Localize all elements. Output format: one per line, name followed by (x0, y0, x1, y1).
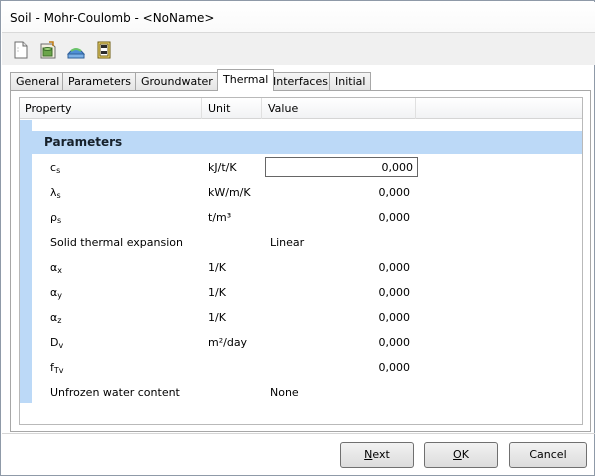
property-label: λs (50, 186, 61, 200)
value-dropdown-cell[interactable]: Linear (270, 236, 304, 249)
property-label: cs (50, 161, 61, 175)
value-cell[interactable]: 0,000 (260, 361, 411, 374)
column-divider[interactable] (201, 98, 202, 119)
value-cell[interactable]: 0,000 (260, 186, 411, 199)
unit-label: t/m³ (208, 211, 232, 224)
ok-button[interactable]: OK (424, 442, 498, 468)
toolbar (2, 33, 595, 65)
property-row-f-tv[interactable]: fTv 0,000 (32, 355, 582, 380)
soil-dialog-window: Soil - Mohr-Coulomb - <NoName> General P… (0, 0, 595, 476)
unit-label: m²/day (208, 336, 248, 349)
unit-label: kJ/t/K (208, 161, 237, 174)
property-label: Unfrozen water content (50, 386, 180, 399)
tab-general[interactable]: General (10, 72, 66, 91)
unit-column-header[interactable]: Unit (208, 102, 230, 115)
property-grid: Property Unit Value Parameters cs kJ/t/K… (19, 97, 583, 425)
value-cell[interactable]: 0,000 (260, 261, 411, 274)
value-cell[interactable]: 0,000 (260, 336, 411, 349)
property-label: Solid thermal expansion (50, 236, 183, 249)
property-label: ρs (50, 211, 62, 225)
unit-label: kW/m/K (208, 186, 251, 199)
property-row-unfrozen-water-content[interactable]: Unfrozen water content None (32, 380, 582, 405)
footer-divider (2, 433, 595, 434)
cancel-button[interactable]: Cancel (509, 442, 587, 468)
property-row-alpha-y[interactable]: αy 1/K 0,000 (32, 280, 582, 305)
new-document-icon[interactable] (11, 40, 31, 60)
thermal-tab-panel: Property Unit Value Parameters cs kJ/t/K… (10, 90, 591, 432)
global-database-icon[interactable] (66, 40, 86, 60)
value-dropdown-cell[interactable]: None (270, 386, 299, 399)
property-row-solid-thermal-expansion[interactable]: Solid thermal expansion Linear (32, 230, 582, 255)
unit-label: 1/K (208, 286, 226, 299)
tab-groundwater[interactable]: Groundwater (135, 72, 219, 91)
property-label: αx (50, 261, 62, 275)
window-title: Soil - Mohr-Coulomb - <NoName> (10, 11, 215, 25)
property-row-dv[interactable]: Dv m²/day 0,000 (32, 330, 582, 355)
value-cell[interactable]: 0,000 (260, 211, 411, 224)
next-button[interactable]: Next (340, 442, 414, 468)
column-divider[interactable] (261, 98, 262, 119)
value-cell[interactable]: 0,000 (260, 286, 411, 299)
property-label: αy (50, 286, 62, 300)
value-cell[interactable]: 0,000 (260, 311, 411, 324)
unit-label: 1/K (208, 311, 226, 324)
title-bar: Soil - Mohr-Coulomb - <NoName> (2, 2, 595, 33)
property-label: αz (50, 311, 62, 325)
grid-header: Property Unit Value (20, 98, 582, 119)
column-divider[interactable] (415, 98, 416, 119)
property-column-header[interactable]: Property (25, 102, 72, 115)
value-input-cs[interactable]: 0,000 (265, 157, 418, 177)
property-row-rho-s[interactable]: ρs t/m³ 0,000 (32, 205, 582, 230)
property-row-alpha-z[interactable]: αz 1/K 0,000 (32, 305, 582, 330)
property-row-alpha-x[interactable]: αx 1/K 0,000 (32, 255, 582, 280)
group-indent-stripe (20, 120, 32, 403)
value-column-header[interactable]: Value (268, 102, 298, 115)
tab-thermal[interactable]: Thermal (217, 69, 275, 91)
tab-interfaces[interactable]: Interfaces (267, 72, 334, 91)
property-row-cs[interactable]: cs kJ/t/K 0,000 (32, 155, 582, 180)
tab-parameters[interactable]: Parameters (62, 72, 137, 91)
parameters-group-row[interactable]: Parameters (32, 131, 582, 154)
tab-initial[interactable]: Initial (329, 72, 372, 91)
tab-strip: General Parameters Groundwater Thermal I… (10, 69, 590, 91)
material-clipboard-icon[interactable] (94, 40, 114, 60)
property-label: fTv (50, 361, 64, 375)
property-label: Dv (50, 336, 64, 350)
property-row-lambda-s[interactable]: λs kW/m/K 0,000 (32, 180, 582, 205)
unit-label: 1/K (208, 261, 226, 274)
open-database-icon[interactable] (38, 40, 58, 60)
group-label: Parameters (44, 135, 123, 149)
